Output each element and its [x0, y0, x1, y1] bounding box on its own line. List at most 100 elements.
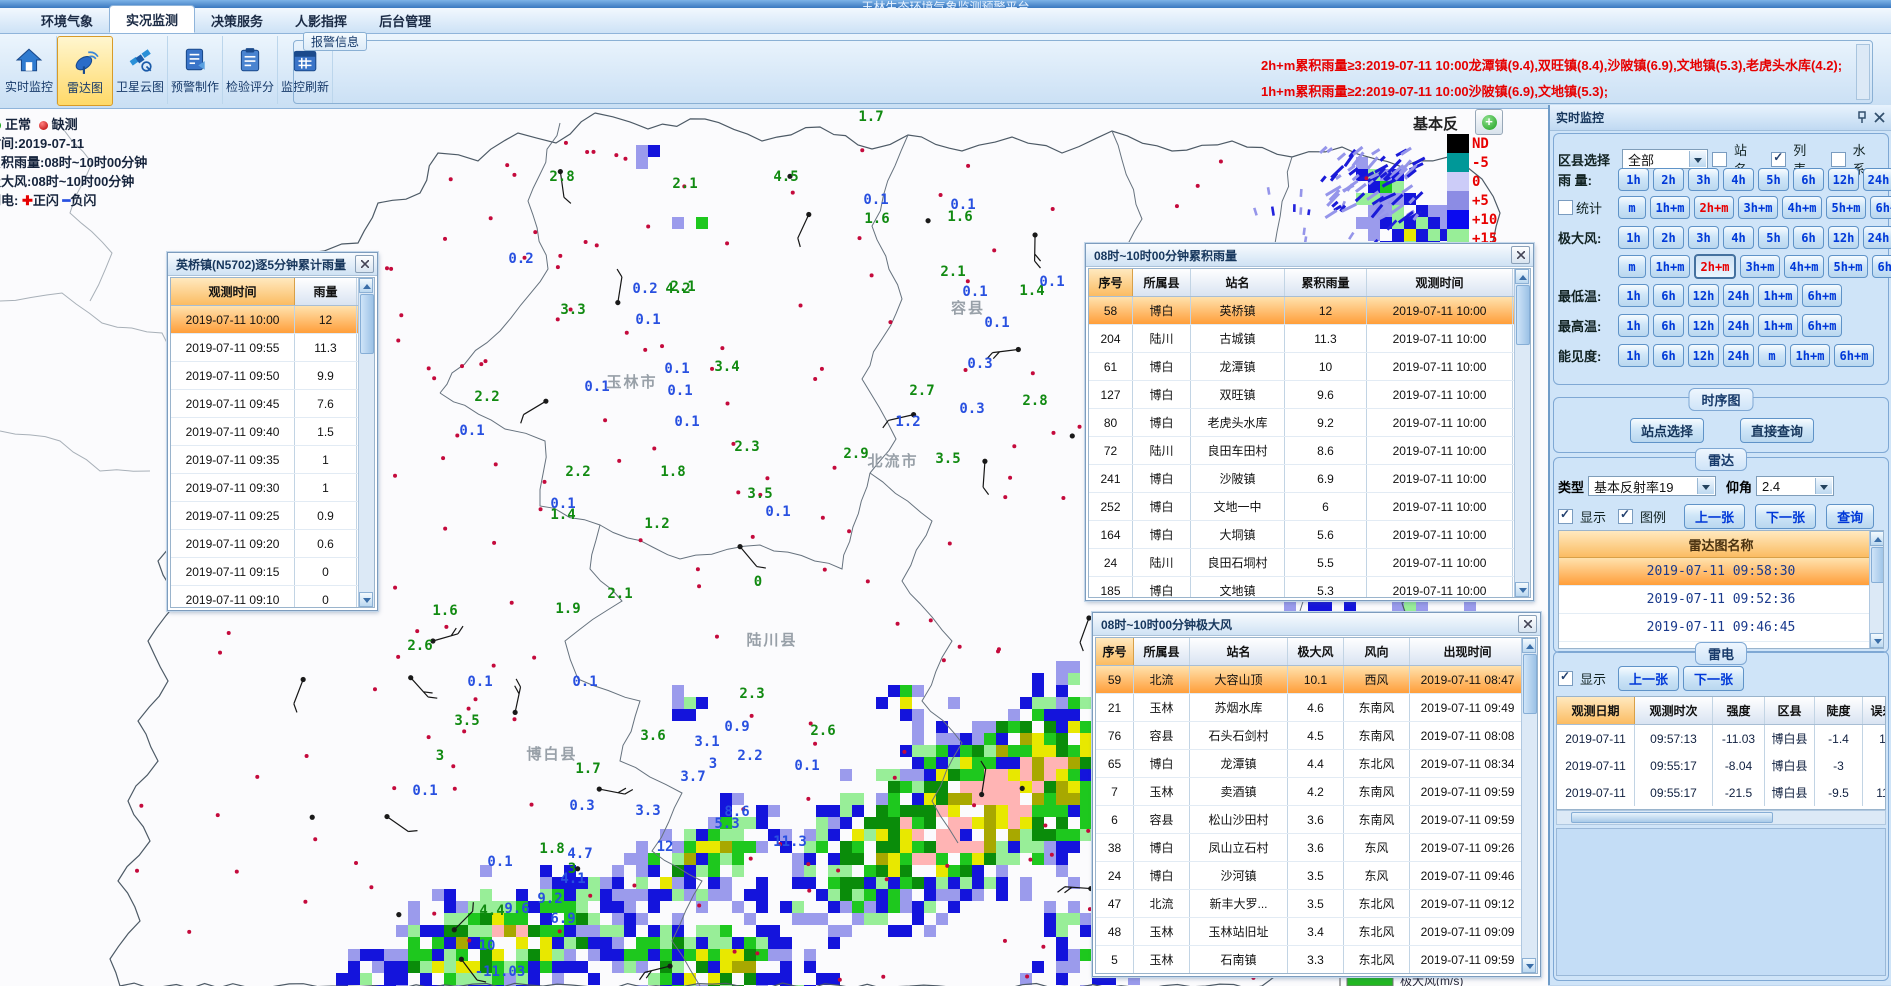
range-button-m[interactable]: m	[1618, 196, 1646, 219]
chevron-down-icon[interactable]	[1815, 478, 1832, 494]
rain-table-panel[interactable]: 08时~10时00分钟累积雨量序号所属县站名累积雨量观测时间58博白英桥镇122…	[1085, 243, 1534, 601]
radar-list-item[interactable]: 2019-07-11 09:46:45	[1559, 614, 1883, 642]
radar-list-item[interactable]: 2019-07-11 09:52:36	[1559, 586, 1883, 614]
range-button-6h+m[interactable]: 6h+m	[1870, 196, 1891, 219]
range-button-2h+m[interactable]: 2h+m	[1694, 196, 1734, 219]
radar-next-button[interactable]: 下一张	[1755, 504, 1816, 529]
range-button-6h[interactable]: 6h	[1793, 168, 1824, 191]
menu-tab-3[interactable]: 人影指挥	[279, 7, 363, 33]
station-select-button[interactable]: 站点选择	[1630, 418, 1704, 443]
table-row[interactable]: 2019-07-11 09:200.6	[171, 530, 374, 558]
column-header[interactable]: 陡度	[1815, 697, 1863, 724]
range-button-m[interactable]: m	[1758, 344, 1786, 367]
direct-query-button[interactable]: 直接查询	[1740, 418, 1814, 443]
statistics-checkbox[interactable]	[1558, 200, 1573, 215]
column-header[interactable]: 观测时间	[171, 278, 295, 305]
column-header[interactable]: 观测日期	[1557, 697, 1635, 724]
scroll-up-icon[interactable]	[1522, 638, 1536, 653]
table-row[interactable]: 61博白龙潭镇102019-07-11 10:00	[1089, 353, 1530, 381]
table-row[interactable]: 80博白老虎头水库9.22019-07-11 10:00	[1089, 409, 1530, 437]
range-button-24h[interactable]: 24h	[1723, 344, 1754, 367]
range-button-2h[interactable]: 2h	[1653, 168, 1684, 191]
range-button-6h+m[interactable]: 6h+m	[1834, 344, 1874, 367]
column-header[interactable]: 站名	[1191, 269, 1285, 296]
table-row[interactable]: 2019-07-11 09:150	[171, 558, 374, 586]
radar-show-checkbox[interactable]	[1558, 509, 1573, 524]
station-rain-panel-titlebar[interactable]: 英桥镇(N5702)逐5分钟累计雨量	[168, 253, 377, 276]
column-header[interactable]: 误差	[1863, 697, 1886, 724]
alarm-scrollbar[interactable]	[1856, 44, 1870, 100]
range-button-4h+m[interactable]: 4h+m	[1784, 255, 1824, 278]
close-icon[interactable]	[355, 255, 374, 273]
radar-legend-checkbox[interactable]	[1618, 509, 1633, 524]
table-row[interactable]: 2019-07-11 09:457.6	[171, 390, 374, 418]
range-button-1h[interactable]: 1h	[1618, 344, 1649, 367]
range-button-6h+m[interactable]: 6h+m	[1802, 284, 1842, 307]
table-row[interactable]: 38博白凤山立石村3.6东风2019-07-11 09:26	[1096, 834, 1537, 862]
range-button-12h[interactable]: 12h	[1828, 226, 1859, 249]
scroll-down-icon[interactable]	[1515, 582, 1529, 597]
range-button-6h[interactable]: 6h	[1793, 226, 1824, 249]
table-row[interactable]: 127博白双旺镇9.62019-07-11 10:00	[1089, 381, 1530, 409]
toolbar-item-3[interactable]: 预警制作	[168, 36, 223, 104]
radar-query-button[interactable]: 查询	[1826, 504, 1874, 529]
range-button-6h+m[interactable]: 6h+m	[1802, 314, 1842, 337]
range-button-12h[interactable]: 12h	[1688, 314, 1719, 337]
vertical-scrollbar[interactable]	[1869, 531, 1883, 648]
range-button-1h[interactable]: 1h	[1618, 168, 1649, 191]
table-row[interactable]: 164博白大垌镇5.62019-07-11 10:00	[1089, 521, 1530, 549]
range-button-4h[interactable]: 4h	[1723, 168, 1754, 191]
table-row[interactable]: 2019-07-11 09:301	[171, 474, 374, 502]
radar-elevation-select[interactable]: 2.4	[1756, 476, 1834, 496]
column-header[interactable]: 观测时间	[1367, 269, 1513, 296]
vertical-scrollbar[interactable]	[1521, 638, 1537, 973]
scroll-up-icon[interactable]	[359, 278, 373, 293]
table-row[interactable]: 5玉林石南镇3.3东北风2019-07-11 09:59	[1096, 946, 1537, 974]
toolbar-item-0[interactable]: 实时监控	[2, 36, 57, 104]
table-row[interactable]: 2019-07-1109:57:13-11.03博白县-1.41	[1557, 725, 1885, 752]
table-row[interactable]: 21玉林苏烟水库4.6东南风2019-07-11 09:49	[1096, 694, 1537, 722]
scroll-up-icon[interactable]	[1870, 531, 1884, 546]
vertical-scrollbar[interactable]	[358, 278, 374, 607]
wind-table-panel-titlebar[interactable]: 08时~10时00分钟极大风	[1093, 613, 1540, 636]
menu-tab-0[interactable]: 环境气象	[25, 7, 109, 33]
close-icon[interactable]	[1511, 246, 1530, 264]
table-row[interactable]: 2019-07-1109:55:17-21.5博白县-9.511	[1557, 779, 1885, 806]
column-header[interactable]: 累积雨量	[1285, 269, 1367, 296]
checkbox-0[interactable]	[1712, 152, 1727, 167]
range-button-3h+m[interactable]: 3h+m	[1738, 196, 1778, 219]
column-header[interactable]: 观测时次	[1635, 697, 1713, 724]
close-icon[interactable]	[1874, 112, 1885, 123]
column-header[interactable]: 区县	[1765, 697, 1815, 724]
table-row[interactable]: 2019-07-1109:55:17-8.04博白县-3	[1557, 752, 1885, 779]
table-row[interactable]: 6容县松山沙田村3.6东南风2019-07-11 09:59	[1096, 806, 1537, 834]
table-row[interactable]: 65博白龙潭镇4.4东北风2019-07-11 08:34	[1096, 750, 1537, 778]
range-button-1h[interactable]: 1h	[1618, 314, 1649, 337]
range-button-2h+m[interactable]: 2h+m	[1694, 254, 1736, 279]
range-button-3h[interactable]: 3h	[1688, 226, 1719, 249]
menu-tab-2[interactable]: 决策服务	[195, 7, 279, 33]
lightning-next-button[interactable]: 下一张	[1683, 666, 1744, 691]
chevron-down-icon[interactable]	[1697, 478, 1714, 494]
table-row[interactable]: 2019-07-11 09:401.5	[171, 418, 374, 446]
table-row[interactable]: 204陆川古城镇11.32019-07-11 10:00	[1089, 325, 1530, 353]
scroll-down-icon[interactable]	[359, 592, 373, 607]
range-button-6h[interactable]: 6h	[1653, 314, 1684, 337]
column-header[interactable]: 所属县	[1134, 638, 1190, 665]
column-header[interactable]: 极大风	[1288, 638, 1344, 665]
radar-type-select[interactable]: 基本反射率19	[1588, 476, 1716, 496]
column-header[interactable]: 出现时间	[1410, 638, 1526, 665]
range-button-5h[interactable]: 5h	[1758, 226, 1789, 249]
table-row[interactable]: 72陆川良田车田村8.62019-07-11 10:00	[1089, 437, 1530, 465]
lightning-prev-button[interactable]: 上一张	[1618, 666, 1679, 691]
menu-tab-4[interactable]: 后台管理	[363, 7, 447, 33]
horizontal-scrollbar[interactable]	[1556, 810, 1886, 825]
scroll-down-icon[interactable]	[1870, 633, 1884, 648]
rain-table-panel-titlebar[interactable]: 08时~10时00分钟累积雨量	[1086, 244, 1533, 267]
table-row[interactable]: 241博白沙陂镇6.92019-07-11 10:00	[1089, 465, 1530, 493]
range-button-6h+m[interactable]: 6h+m	[1872, 255, 1891, 278]
column-header[interactable]: 站名	[1190, 638, 1288, 665]
scroll-thumb[interactable]	[360, 294, 374, 354]
range-button-2h[interactable]: 2h	[1653, 226, 1684, 249]
checkbox-2[interactable]	[1831, 152, 1846, 167]
